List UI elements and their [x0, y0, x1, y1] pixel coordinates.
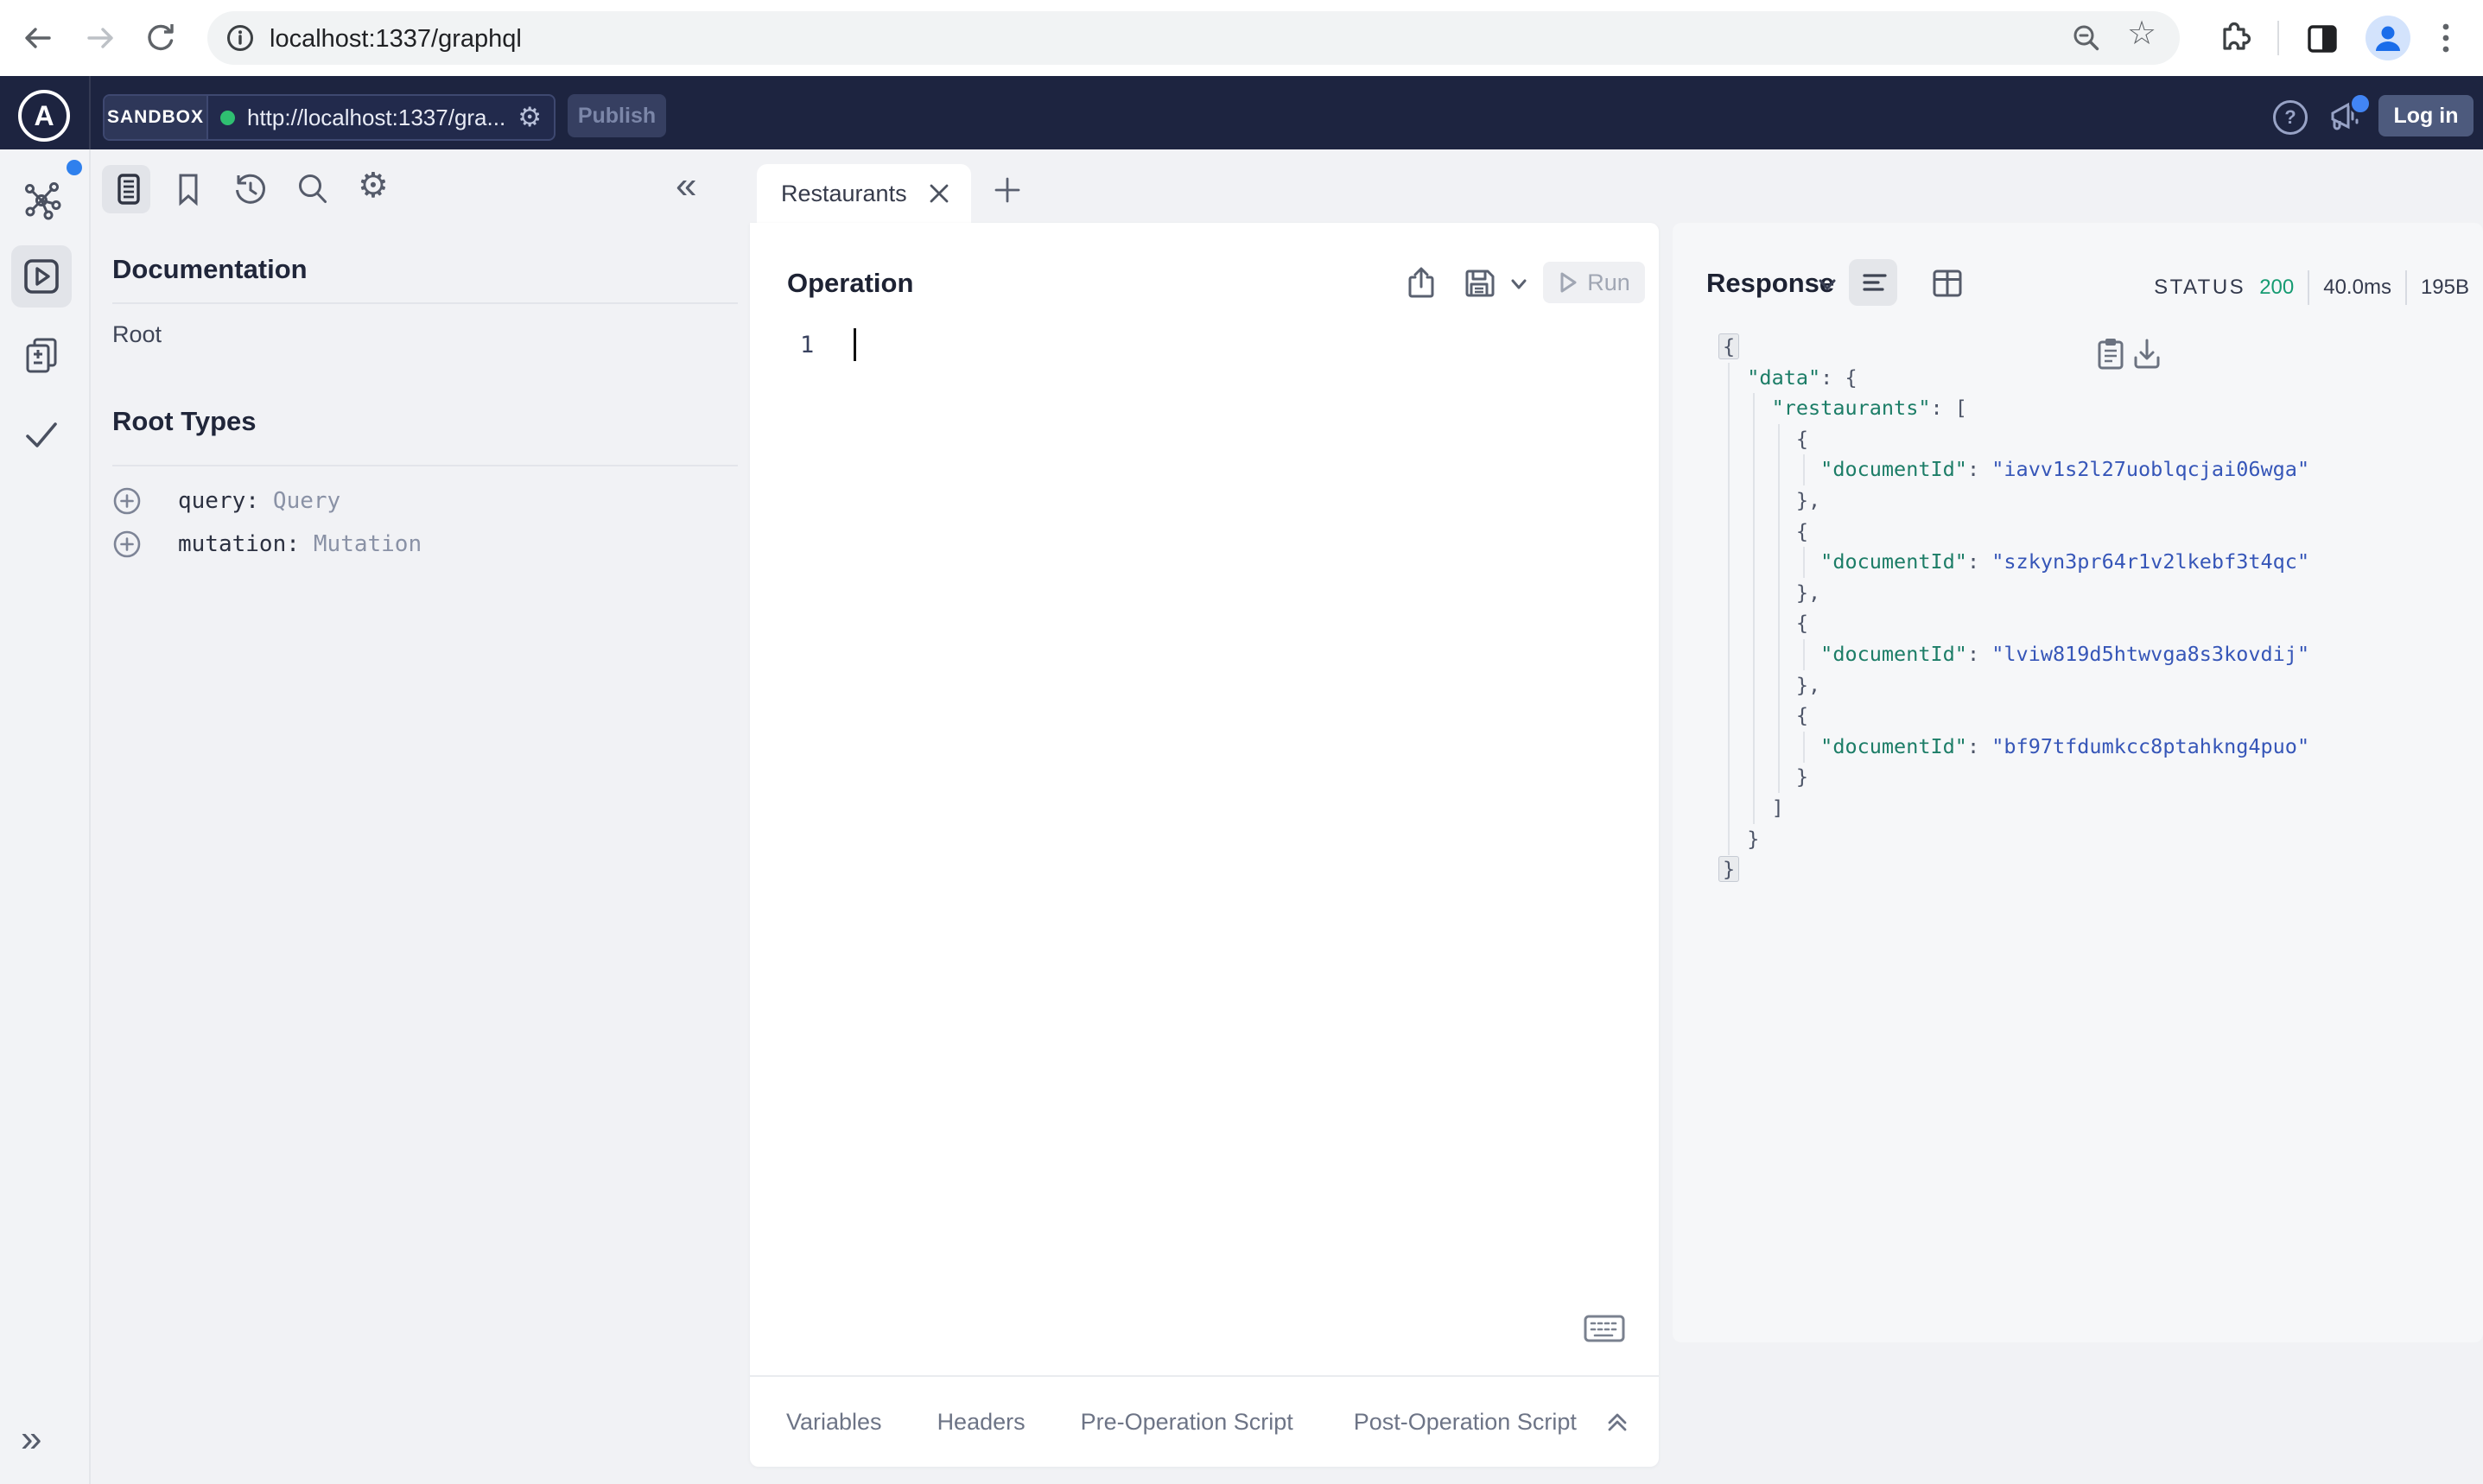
- root-type-mutation-row[interactable]: mutation: Mutation: [112, 530, 422, 559]
- save-dropdown-chevron-icon[interactable]: [1508, 276, 1529, 292]
- documentation-tab-icon[interactable]: [110, 170, 148, 208]
- browser-back-icon[interactable]: [21, 21, 55, 55]
- bookmark-star-icon[interactable]: ☆: [2127, 14, 2156, 53]
- connection-status-dot: [220, 110, 235, 125]
- login-button[interactable]: Log in: [2378, 95, 2473, 136]
- doc-root-link[interactable]: Root: [112, 321, 162, 348]
- browser-reload-icon[interactable]: [143, 21, 178, 55]
- expand-rail-icon[interactable]: »: [21, 1417, 41, 1461]
- close-tab-icon[interactable]: [928, 182, 950, 205]
- left-nav-rail: »: [0, 149, 91, 1484]
- add-field-plus-icon[interactable]: [112, 530, 142, 559]
- operation-panel: Operation Run 1 Variables Headers Pre-Op…: [750, 223, 1659, 1467]
- save-operation-icon[interactable]: [1460, 264, 1498, 302]
- settings-gear-icon[interactable]: ⚙: [358, 166, 389, 206]
- browser-url-text[interactable]: localhost:1337/graphql: [270, 25, 522, 54]
- zoom-page-icon[interactable]: [2070, 22, 2103, 54]
- tab-headers[interactable]: Headers: [937, 1409, 1026, 1436]
- apollo-logo[interactable]: A: [18, 90, 70, 142]
- site-info-icon[interactable]: [225, 22, 256, 54]
- operation-footer-bar: Variables Headers Pre-Operation Script P…: [750, 1375, 1659, 1467]
- announcement-notification-dot: [2349, 92, 2372, 115]
- root-type-name[interactable]: Mutation: [314, 531, 422, 557]
- search-tab-icon[interactable]: [294, 170, 332, 208]
- run-play-icon: [1560, 272, 1577, 293]
- response-size: 195B: [2420, 276, 2469, 299]
- status-code: 200: [2259, 276, 2295, 299]
- tab-pre-operation-script[interactable]: Pre-Operation Script: [1081, 1409, 1293, 1436]
- endpoint-url-text[interactable]: http://localhost:1337/gra...: [247, 105, 505, 131]
- run-button[interactable]: Run: [1543, 262, 1645, 303]
- doc-divider: [112, 465, 738, 466]
- editor-line-number: 1: [800, 332, 815, 358]
- tab-variables[interactable]: Variables: [786, 1409, 882, 1436]
- collapse-footer-icon[interactable]: [1602, 1405, 1633, 1436]
- response-title: Response: [1706, 268, 1835, 298]
- browser-forward-icon[interactable]: [83, 21, 117, 55]
- schema-notification-dot: [67, 160, 82, 175]
- changelog-icon[interactable]: [21, 334, 62, 376]
- response-json[interactable]: {"data": {"restaurants": [{"documentId":…: [1718, 332, 2309, 885]
- checklist-icon[interactable]: [21, 414, 62, 455]
- browser-profile-avatar[interactable]: [2366, 16, 2410, 60]
- tab-restaurants[interactable]: Restaurants: [757, 164, 971, 223]
- help-icon[interactable]: ?: [2273, 100, 2308, 135]
- operation-title: Operation: [787, 268, 914, 298]
- root-type-query-row[interactable]: query: Query: [112, 486, 340, 516]
- response-panel: Response STATUS 200 40.0ms 195B {"data"…: [1673, 223, 2483, 1342]
- bookmarks-tab-icon[interactable]: [169, 170, 207, 208]
- root-type-field[interactable]: query:: [178, 488, 259, 514]
- add-field-plus-icon[interactable]: [112, 486, 142, 516]
- extensions-puzzle-icon[interactable]: [2213, 19, 2251, 57]
- root-type-name[interactable]: Query: [273, 488, 340, 514]
- doc-divider: [112, 302, 738, 304]
- sandbox-badge: SANDBOX: [105, 96, 208, 139]
- doc-panel-title: Documentation: [112, 254, 308, 284]
- endpoint-settings-gear-icon[interactable]: ⚙: [518, 102, 542, 133]
- endpoint-pill[interactable]: SANDBOX http://localhost:1337/gra... ⚙: [103, 94, 556, 141]
- root-type-field[interactable]: mutation:: [178, 531, 300, 557]
- editor-cursor[interactable]: [854, 328, 856, 361]
- header-divider: [89, 76, 91, 149]
- history-tab-icon[interactable]: [232, 170, 270, 208]
- json-view-icon[interactable]: [1859, 268, 1890, 299]
- browser-toolbar: localhost:1337/graphql ☆: [0, 0, 2483, 78]
- response-time: 40.0ms: [2323, 276, 2391, 299]
- explorer-icon[interactable]: [21, 256, 62, 297]
- apollo-sandbox-page: localhost:1337/graphql ☆ A SANDBOX http:…: [0, 0, 2483, 1484]
- side-panel-icon[interactable]: [2303, 20, 2341, 58]
- publish-button[interactable]: Publish: [568, 94, 666, 137]
- new-tab-plus-icon[interactable]: [992, 174, 1023, 206]
- meta-divider: [2308, 270, 2310, 305]
- toolbar-divider: [2277, 21, 2279, 55]
- tab-label: Restaurants: [781, 180, 907, 206]
- collapse-doc-panel-icon[interactable]: «: [676, 164, 696, 207]
- status-label: STATUS: [2154, 276, 2246, 299]
- tab-post-operation-script[interactable]: Post-Operation Script: [1354, 1409, 1577, 1436]
- root-types-title: Root Types: [112, 406, 257, 436]
- keyboard-shortcuts-icon[interactable]: [1583, 1313, 1626, 1344]
- share-operation-icon[interactable]: [1402, 264, 1440, 302]
- response-dropdown-chevron-icon[interactable]: [1816, 276, 1838, 294]
- response-meta: STATUS 200 40.0ms 195B: [2154, 270, 2469, 305]
- browser-menu-kebab-icon[interactable]: [2440, 21, 2452, 55]
- table-view-icon[interactable]: [1930, 266, 1965, 301]
- schema-graph-icon[interactable]: [21, 179, 62, 220]
- run-label: Run: [1587, 269, 1630, 295]
- meta-divider: [2404, 270, 2407, 305]
